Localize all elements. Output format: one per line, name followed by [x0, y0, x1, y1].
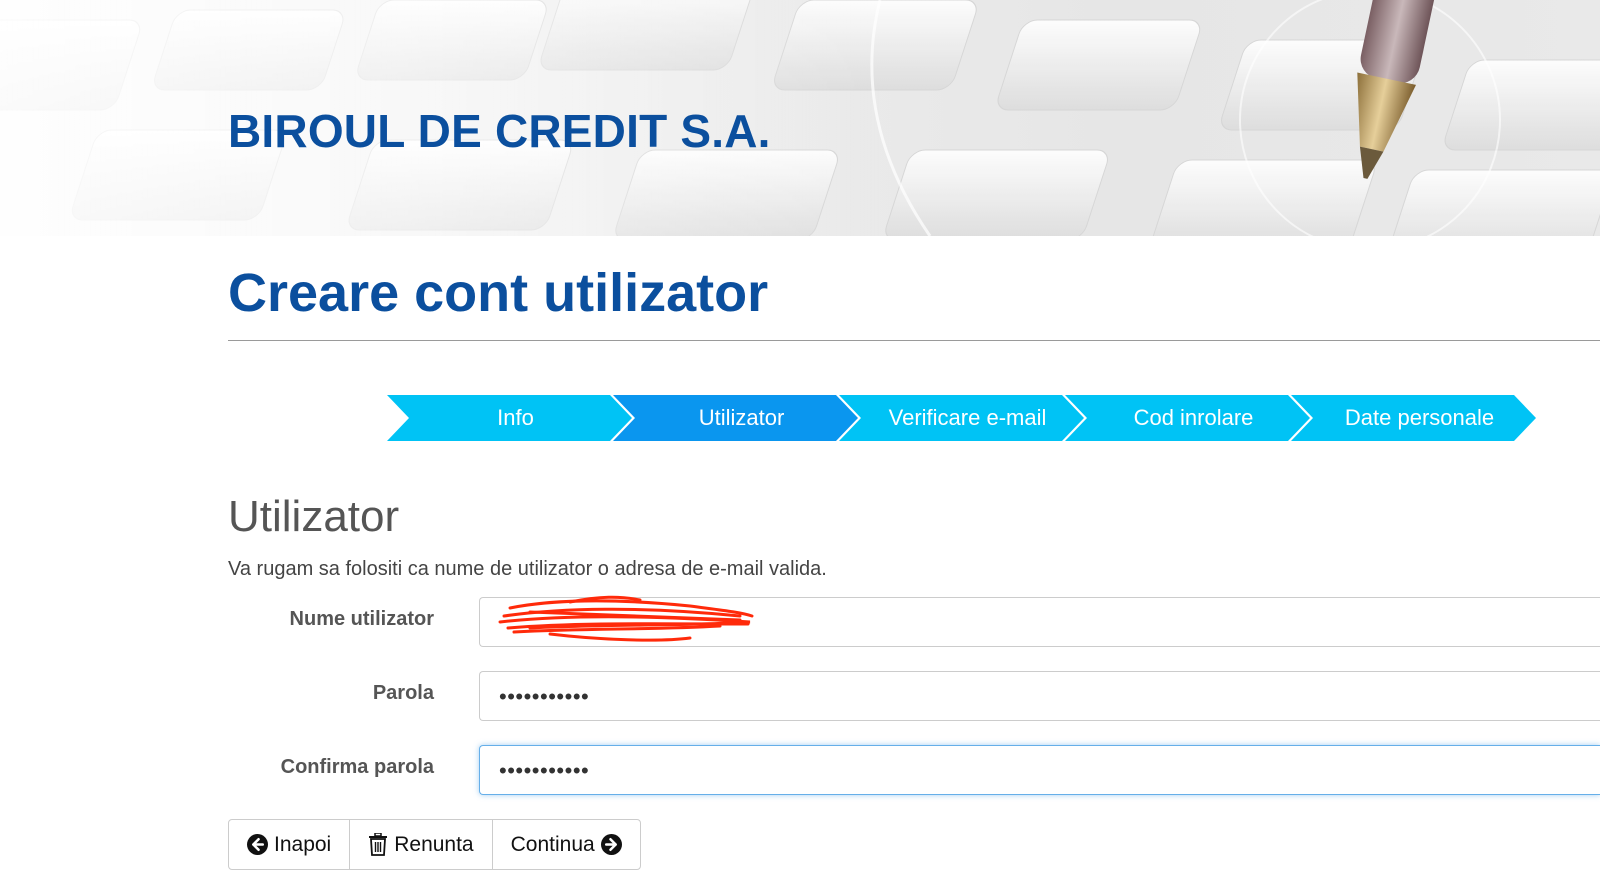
username-label: Nume utilizator	[289, 608, 434, 630]
trash-icon	[368, 833, 388, 856]
header-banner: BIROUL DE CREDIT S.A.	[0, 0, 1600, 236]
step-info[interactable]: Info	[387, 395, 632, 441]
password-field[interactable]: •••••••••••	[479, 671, 1600, 721]
back-button[interactable]: Inapoi	[229, 820, 349, 869]
cancel-button-label: Renunta	[394, 832, 474, 856]
step-cod-inrolare[interactable]: Cod inrolare	[1065, 395, 1310, 441]
form-actions: Inapoi Renunta Continua	[228, 819, 641, 870]
password-value: •••••••••••	[499, 684, 590, 709]
step-verificare-email[interactable]: Verificare e-mail	[839, 395, 1084, 441]
section-title: Utilizator	[228, 492, 400, 541]
continue-button-label: Continua	[510, 832, 595, 856]
redaction-scribble	[498, 595, 754, 642]
cancel-button[interactable]: Renunta	[349, 820, 491, 869]
step-label: Date personale	[1344, 405, 1495, 430]
confirm-password-label: Confirma parola	[280, 756, 434, 778]
page-title: Creare cont utilizator	[228, 263, 769, 323]
arrow-right-circle-icon	[600, 834, 622, 855]
step-label: Verificare e-mail	[888, 405, 1047, 430]
section-description: Va rugam sa folositi ca nume de utilizat…	[228, 558, 827, 580]
confirm-password-field[interactable]: •••••••••••	[479, 745, 1600, 795]
title-divider	[228, 340, 1600, 341]
continue-button[interactable]: Continua	[491, 820, 640, 869]
wizard-steps: Info Utilizator Verificare e-mail Cod in…	[387, 395, 1536, 441]
step-label: Info	[497, 405, 534, 430]
confirm-password-value: •••••••••••	[499, 758, 590, 783]
step-utilizator[interactable]: Utilizator	[613, 395, 858, 441]
step-label: Utilizator	[698, 405, 785, 430]
password-label: Parola	[372, 682, 434, 704]
step-label: Cod inrolare	[1133, 405, 1254, 430]
back-button-label: Inapoi	[274, 832, 332, 856]
arrow-left-circle-icon	[247, 834, 268, 855]
step-date-personale[interactable]: Date personale	[1291, 395, 1536, 441]
company-name: BIROUL DE CREDIT S.A.	[228, 105, 771, 157]
username-field[interactable]	[479, 595, 1600, 647]
